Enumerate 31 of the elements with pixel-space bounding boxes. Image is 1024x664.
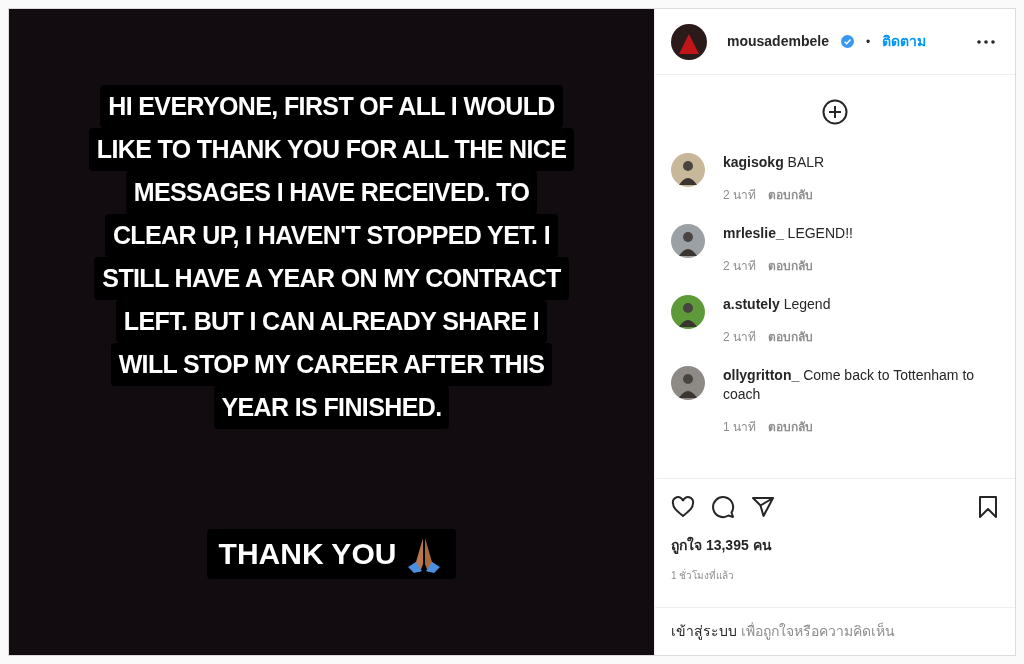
avatar[interactable] bbox=[671, 224, 705, 258]
share-icon[interactable] bbox=[751, 495, 775, 519]
comment-time: 2 นาที bbox=[723, 187, 756, 204]
more-options-icon[interactable] bbox=[977, 39, 995, 44]
thank-you-text: THANK YOU bbox=[218, 536, 397, 572]
heart-icon[interactable] bbox=[671, 495, 695, 519]
avatar[interactable] bbox=[671, 366, 705, 400]
bookmark-icon[interactable] bbox=[977, 495, 999, 519]
comment-time: 1 นาที bbox=[723, 419, 756, 436]
likes-count[interactable]: ถูกใจ 13,395 คน bbox=[671, 535, 999, 556]
username[interactable]: mousadembele bbox=[727, 31, 829, 52]
comment-text: a.stutely Legend bbox=[723, 295, 831, 314]
reply-button[interactable]: ตอบกลับ bbox=[768, 257, 813, 275]
comment-text: kagisokg BALR bbox=[723, 153, 825, 172]
post-time: 1 ชั่วโมงที่แล้ว bbox=[671, 568, 736, 583]
load-more-icon[interactable] bbox=[822, 99, 848, 125]
login-prompt: เพื่อถูกใจหรือความคิดเห็น bbox=[741, 621, 895, 642]
comment-time: 2 นาที bbox=[723, 329, 756, 346]
reply-button[interactable]: ตอบกลับ bbox=[768, 186, 813, 204]
comment-icon[interactable] bbox=[711, 495, 735, 519]
comment-text: mrleslie_ LEGEND!! bbox=[723, 224, 853, 243]
avatar[interactable] bbox=[671, 295, 705, 329]
reply-button[interactable]: ตอบกลับ bbox=[768, 418, 813, 436]
profile-avatar[interactable] bbox=[671, 23, 707, 60]
reply-button[interactable]: ตอบกลับ bbox=[768, 328, 813, 346]
separator-dot: • bbox=[865, 33, 871, 51]
comment-text: ollygritton_ Come back to Tottenham to coach bbox=[723, 366, 976, 404]
comment-time: 2 นาที bbox=[723, 258, 756, 275]
follow-button[interactable]: ติดตาม bbox=[882, 31, 927, 52]
login-link[interactable]: เข้าสู่ระบบ bbox=[671, 621, 737, 642]
avatar[interactable] bbox=[671, 153, 705, 187]
